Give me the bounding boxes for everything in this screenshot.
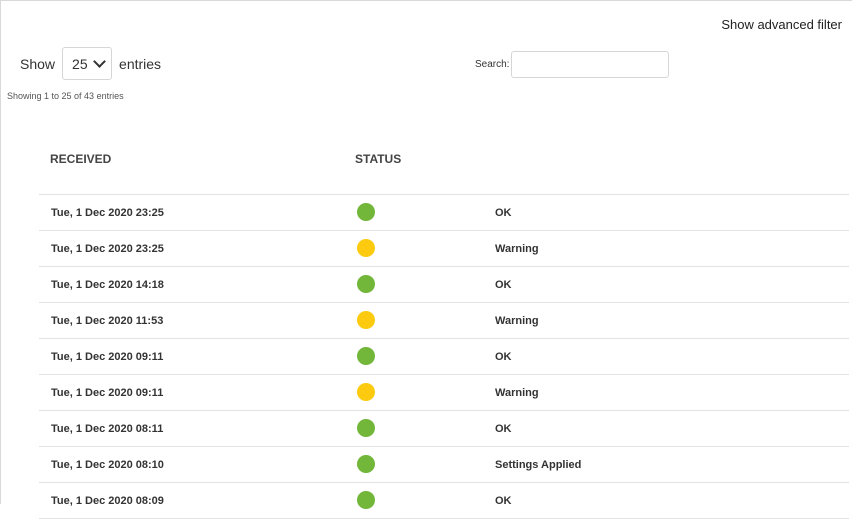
table-body: Tue, 1 Dec 2020 23:25 OK Tue, 1 Dec 2020 2… (39, 195, 849, 519)
table-row: Tue, 1 Dec 2020 11:53 Warning (39, 303, 849, 339)
status-text-cell: Settings Applied (495, 459, 582, 471)
received-cell: Tue, 1 Dec 2020 09:11 (51, 351, 164, 363)
table-row: Tue, 1 Dec 2020 08:10 Settings Applied (39, 447, 849, 483)
table-row: Tue, 1 Dec 2020 08:09 OK (39, 483, 849, 519)
table-row: Tue, 1 Dec 2020 23:25 Warning (39, 231, 849, 267)
table-info-text: Showing 1 to 25 of 43 entries (7, 91, 124, 101)
chevron-down-icon (93, 55, 106, 68)
search-label: Search: (475, 59, 510, 70)
received-cell: Tue, 1 Dec 2020 08:10 (51, 459, 164, 471)
status-ok-icon (357, 275, 375, 293)
status-ok-icon (357, 419, 375, 437)
status-warning-icon (357, 311, 375, 329)
column-header-status[interactable]: STATUS (355, 152, 401, 166)
status-ok-icon (357, 455, 375, 473)
received-cell: Tue, 1 Dec 2020 14:18 (51, 279, 164, 291)
status-text-cell: OK (495, 351, 512, 363)
status-ok-icon (357, 491, 375, 509)
status-text-cell: Warning (495, 243, 539, 255)
status-text-cell: Warning (495, 315, 539, 327)
events-table: RECEIVED STATUS Tue, 1 Dec 2020 23:25 OK T… (39, 136, 849, 519)
table-header: RECEIVED STATUS (39, 136, 849, 195)
status-ok-icon (357, 203, 375, 221)
received-cell: Tue, 1 Dec 2020 11:53 (51, 315, 164, 327)
show-advanced-filter-link[interactable]: Show advanced filter (721, 17, 842, 32)
status-text-cell: OK (495, 207, 512, 219)
received-cell: Tue, 1 Dec 2020 09:11 (51, 387, 164, 399)
status-ok-icon (357, 347, 375, 365)
received-cell: Tue, 1 Dec 2020 23:25 (51, 243, 164, 255)
results-panel: Show advanced filter Show 25 entries Sho… (0, 0, 852, 519)
search-input[interactable] (511, 51, 670, 78)
table-row: Tue, 1 Dec 2020 08:11 OK (39, 411, 849, 447)
entries-per-page-value: 25 (72, 55, 88, 72)
status-warning-icon (357, 239, 375, 257)
entries-length-control: Show 25 entries (20, 47, 161, 80)
status-text-cell: Warning (495, 387, 539, 399)
status-text-cell: OK (495, 279, 512, 291)
received-cell: Tue, 1 Dec 2020 08:09 (51, 495, 164, 507)
status-warning-icon (357, 383, 375, 401)
status-text-cell: OK (495, 495, 512, 507)
column-header-received[interactable]: RECEIVED (50, 152, 111, 166)
table-row: Tue, 1 Dec 2020 14:18 OK (39, 267, 849, 303)
received-cell: Tue, 1 Dec 2020 08:11 (51, 423, 164, 435)
received-cell: Tue, 1 Dec 2020 23:25 (51, 207, 164, 219)
status-text-cell: OK (495, 423, 512, 435)
table-row: Tue, 1 Dec 2020 09:11 Warning (39, 375, 849, 411)
table-row: Tue, 1 Dec 2020 23:25 OK (39, 195, 849, 231)
table-row: Tue, 1 Dec 2020 09:11 OK (39, 339, 849, 375)
search-control: Search: (475, 51, 670, 78)
length-prefix-label: Show (20, 55, 56, 72)
entries-per-page-select[interactable]: 25 (62, 47, 113, 80)
length-suffix-label: entries (119, 55, 162, 72)
